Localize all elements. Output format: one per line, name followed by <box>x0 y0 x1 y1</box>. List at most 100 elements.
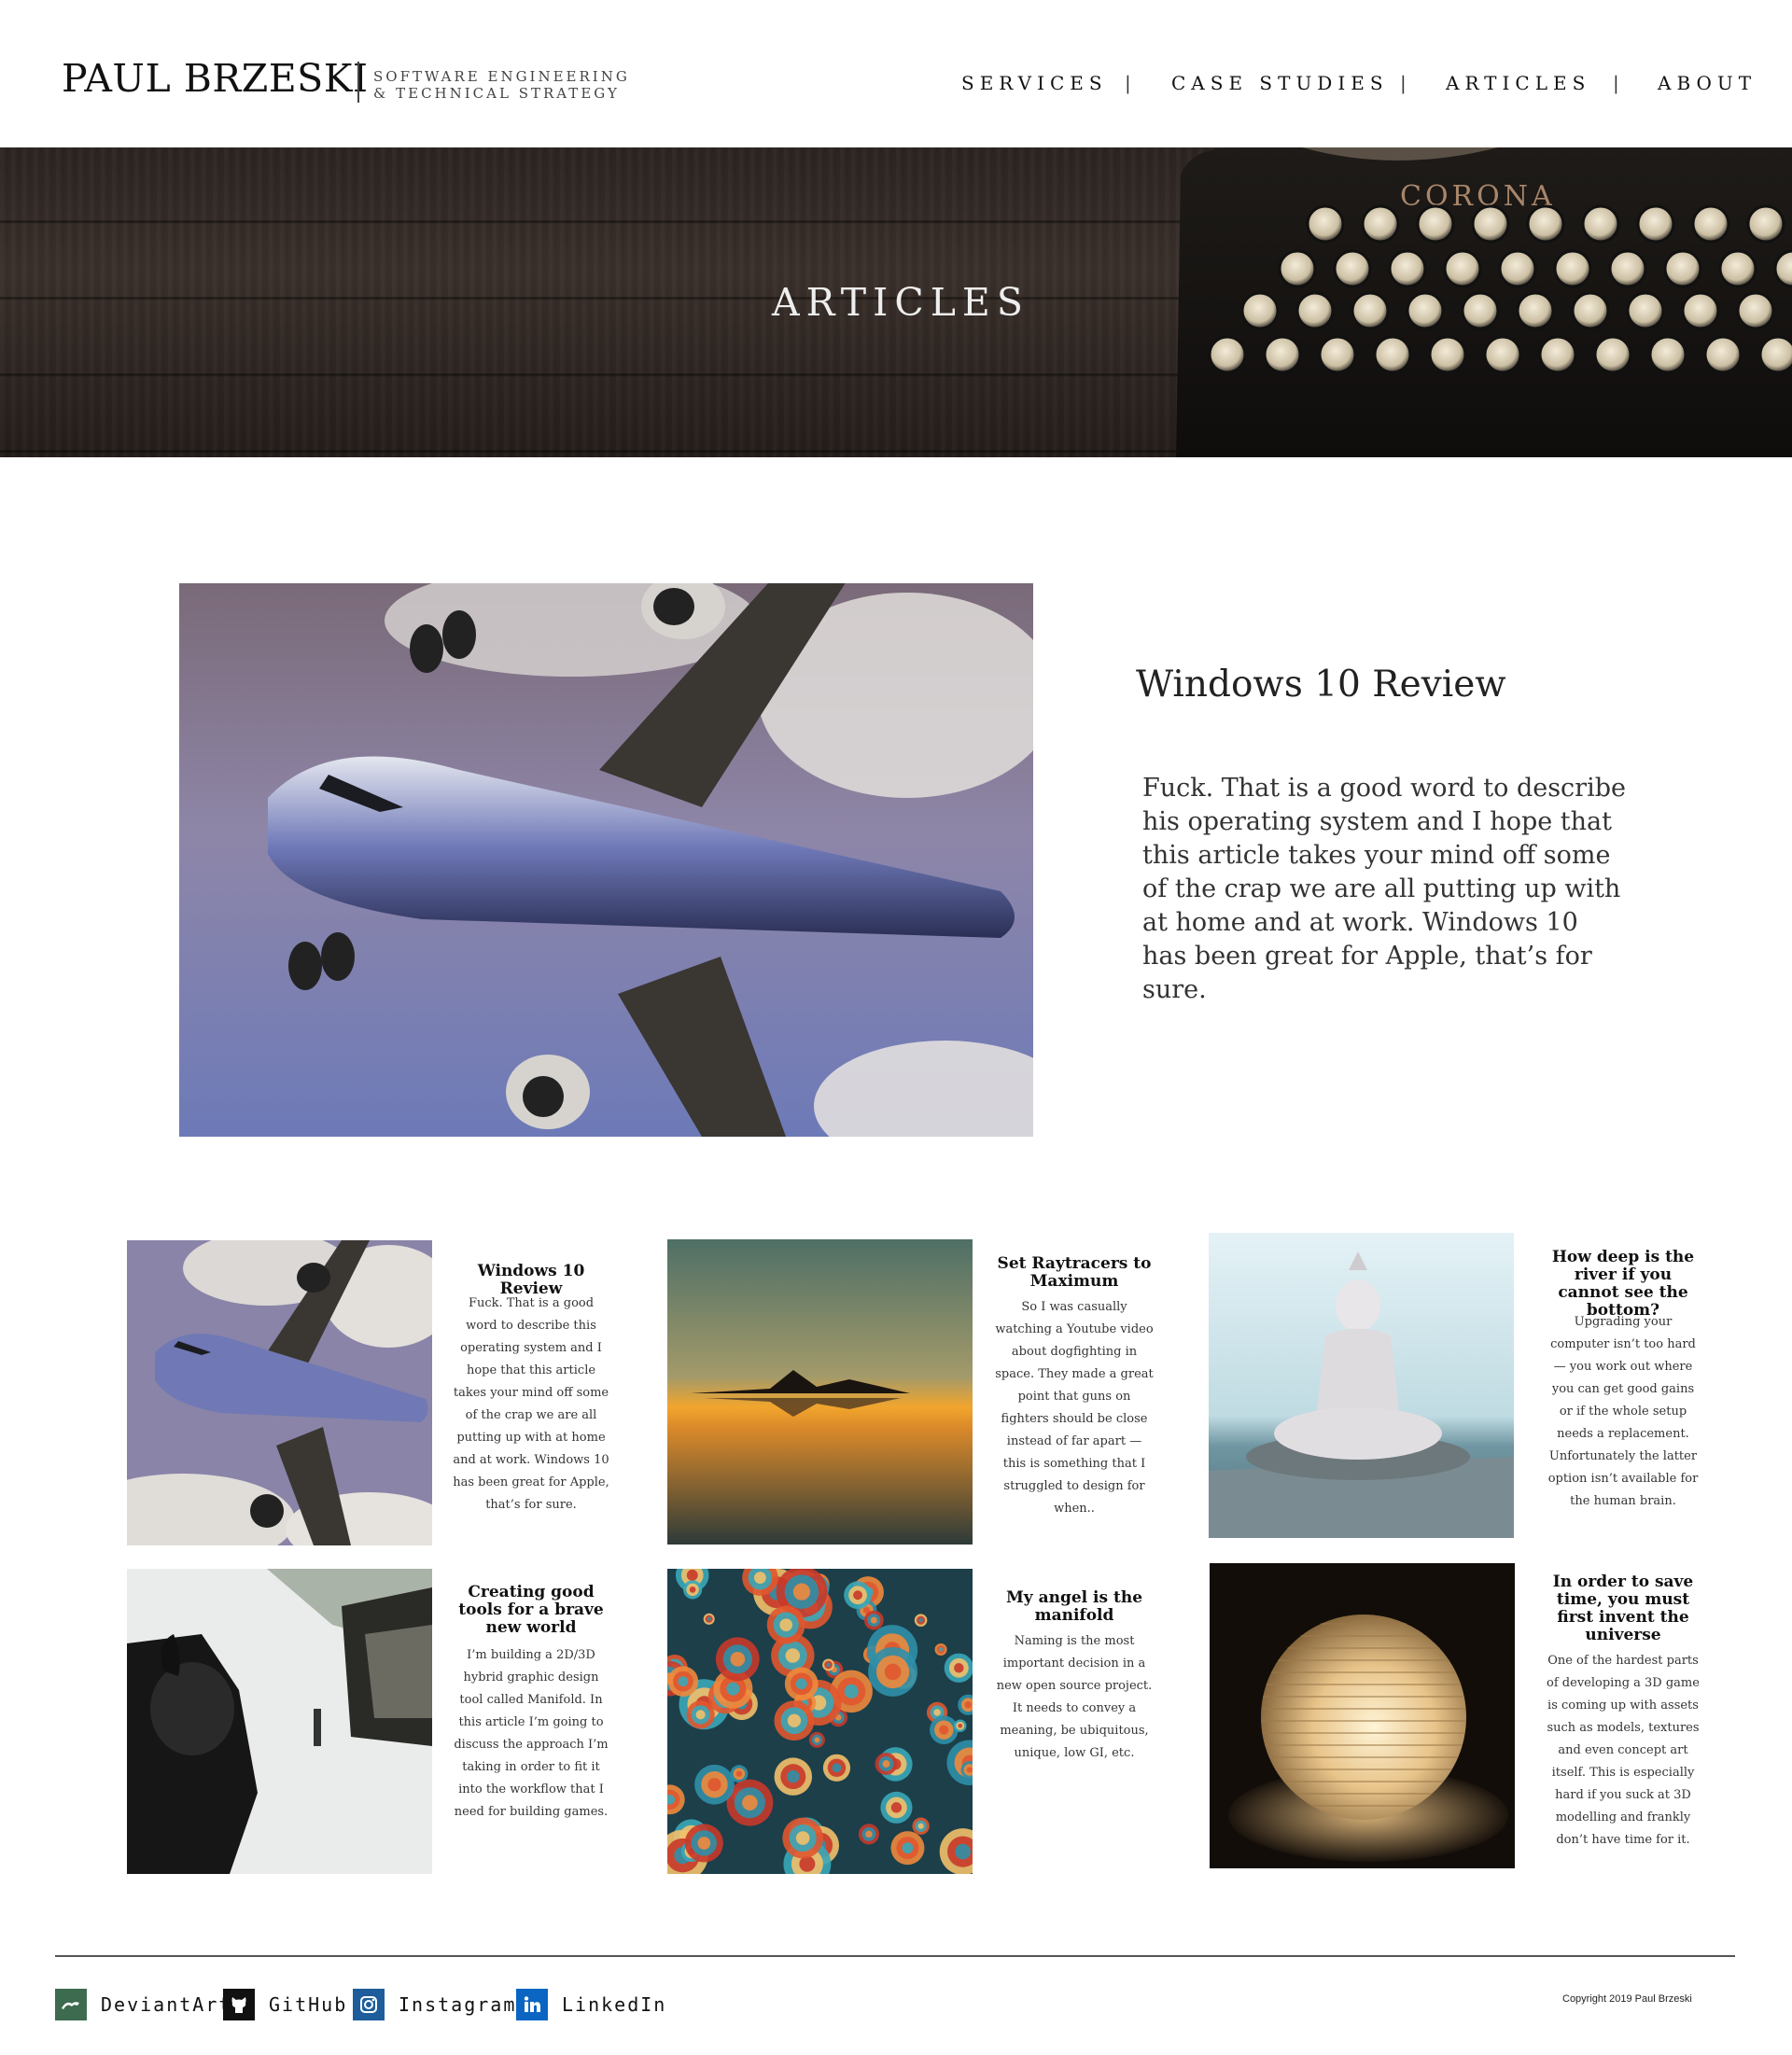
typewriter-key <box>1718 249 1757 288</box>
featured-article-title[interactable]: Windows 10 Review <box>1136 663 1506 707</box>
article-card-image[interactable] <box>127 1569 432 1874</box>
typewriter-key <box>1526 204 1565 244</box>
typewriter-key <box>1758 335 1792 374</box>
fractal-ring <box>795 1678 807 1690</box>
article-card-title[interactable]: Creating good tools for a brave new worl… <box>452 1584 610 1637</box>
fractal-ring <box>795 1831 810 1845</box>
fractal-ring <box>779 1618 793 1631</box>
fractal-ring <box>966 1767 973 1773</box>
fractal-ring <box>814 1737 820 1743</box>
fractal-ring <box>865 1830 873 1838</box>
article-card-excerpt: I’m building a 2D/3D hybrid graphic desi… <box>454 1648 609 1819</box>
fractal-ring <box>686 1569 698 1581</box>
tagline-line-1: SOFTWARE ENGINEERING <box>373 68 630 85</box>
copyright-text: Copyright 2019 Paul Brzeski <box>1562 1993 1692 2005</box>
article-card-excerpt: One of the hardest parts of developing a… <box>1547 1654 1700 1847</box>
typewriter-key <box>1636 204 1675 244</box>
fractal-ring <box>735 1770 743 1777</box>
fractal-ring <box>939 1725 949 1735</box>
social-link-deviantart[interactable]: DeviantArt <box>55 1988 231 2021</box>
tagline-line-2: & TECHNICAL STRATEGY <box>373 85 620 102</box>
nav-services[interactable]: SERVICES <box>961 73 1108 93</box>
typewriter-key <box>1416 204 1455 244</box>
deviantart-icon <box>55 1989 87 2020</box>
fractal-ring <box>918 1617 923 1623</box>
github-icon <box>223 1989 255 2020</box>
fractal-ring <box>955 1843 971 1860</box>
article-card-image[interactable] <box>1209 1233 1514 1538</box>
fractal-ring <box>754 1572 766 1585</box>
typewriter-key <box>1483 335 1522 374</box>
article-card-title[interactable]: How deep is the river if you cannot see … <box>1544 1249 1702 1320</box>
article-card-title[interactable]: My angel is the manifold <box>995 1589 1154 1625</box>
social-link-linkedin[interactable]: LinkedIn <box>516 1988 666 2021</box>
typewriter-key <box>1663 249 1702 288</box>
fractal-ring <box>707 1616 711 1621</box>
fractal-ring <box>964 1701 973 1709</box>
social-link-github[interactable]: GitHub <box>223 1988 347 2021</box>
article-card-image[interactable] <box>667 1239 973 1545</box>
nav-separator: | <box>1400 72 1407 94</box>
fractal-ring <box>917 1823 924 1829</box>
fractal-ring <box>902 1842 914 1854</box>
social-label: DeviantArt <box>101 1993 232 2016</box>
social-link-instagram[interactable]: Instagram <box>353 1988 516 2021</box>
fractal-ring <box>695 1710 706 1720</box>
site-tagline: SOFTWARE ENGINEERING & TECHNICAL STRATEG… <box>373 68 630 102</box>
fractal-ring <box>844 1684 859 1699</box>
typewriter-key <box>1593 335 1632 374</box>
typewriter-key <box>1361 204 1400 244</box>
social-label: GitHub <box>269 1993 348 2016</box>
nav-articles[interactable]: ARTICLES <box>1446 73 1590 93</box>
article-card-excerpt: Upgrading your computer isn’t too hard —… <box>1547 1315 1699 1508</box>
typewriter-key <box>1443 249 1482 288</box>
brand-divider <box>357 62 359 103</box>
site-brand[interactable]: PAUL BRZESKI <box>62 60 369 98</box>
article-card-title[interactable]: In order to save time, you must first in… <box>1544 1573 1702 1644</box>
typewriter-key <box>1498 249 1537 288</box>
paper-lantern-thumbnail <box>1210 1563 1515 1868</box>
social-label: Instagram <box>399 1993 517 2016</box>
featured-article-excerpt: Fuck. That is a good word to describe hi… <box>1142 774 1626 1004</box>
fractal-ring <box>787 1769 800 1783</box>
sunset-island-thumbnail <box>667 1239 973 1545</box>
typewriter-key <box>1373 335 1412 374</box>
airplane-thumbnail <box>127 1240 432 1545</box>
typewriter-key <box>1278 249 1317 288</box>
shiva-statue-thumbnail <box>1209 1233 1514 1538</box>
fractal-ring <box>678 1676 689 1687</box>
article-card-image[interactable] <box>667 1569 973 1874</box>
fractal-ring <box>730 1652 746 1667</box>
fractal-ring <box>787 1713 802 1727</box>
nav-about[interactable]: ABOUT <box>1658 73 1757 93</box>
article-card-image[interactable] <box>1210 1563 1515 1868</box>
footer-divider <box>55 1955 1735 1957</box>
featured-article-image[interactable] <box>179 583 1033 1137</box>
fractal-ring <box>884 1663 902 1681</box>
fractal-ring <box>785 1648 801 1663</box>
article-card-excerpt: So I was casually watching a Youtube vid… <box>995 1300 1154 1516</box>
typewriter-key <box>1306 204 1345 244</box>
fractal-ring <box>707 1778 721 1792</box>
instagram-icon <box>353 1989 385 2020</box>
fractal-ring <box>792 1583 811 1601</box>
typewriter-key <box>1581 204 1620 244</box>
fractal-ring <box>742 1795 758 1810</box>
fractal-ring <box>958 1723 963 1728</box>
fractal-thumbnail <box>667 1569 973 1874</box>
article-card-title[interactable]: Set Raytracers to Maximum <box>995 1255 1154 1291</box>
typewriter-key <box>1538 335 1577 374</box>
typewriter-key <box>1333 249 1372 288</box>
fractal-ring <box>933 1709 941 1716</box>
typewriter-key <box>1746 204 1785 244</box>
typewriter-key <box>1263 335 1302 374</box>
fractal-ring <box>726 1682 740 1696</box>
article-card-image[interactable] <box>127 1240 432 1545</box>
typewriter-key <box>1208 335 1247 374</box>
airplane-image <box>179 583 1033 1137</box>
typewriter-key <box>1471 204 1510 244</box>
nav-case-studies[interactable]: CASE STUDIES <box>1171 73 1389 93</box>
fractal-ring <box>882 1760 890 1768</box>
typewriter-key <box>1691 204 1730 244</box>
hero-banner: CORONA ARTICLES <box>0 147 1792 457</box>
